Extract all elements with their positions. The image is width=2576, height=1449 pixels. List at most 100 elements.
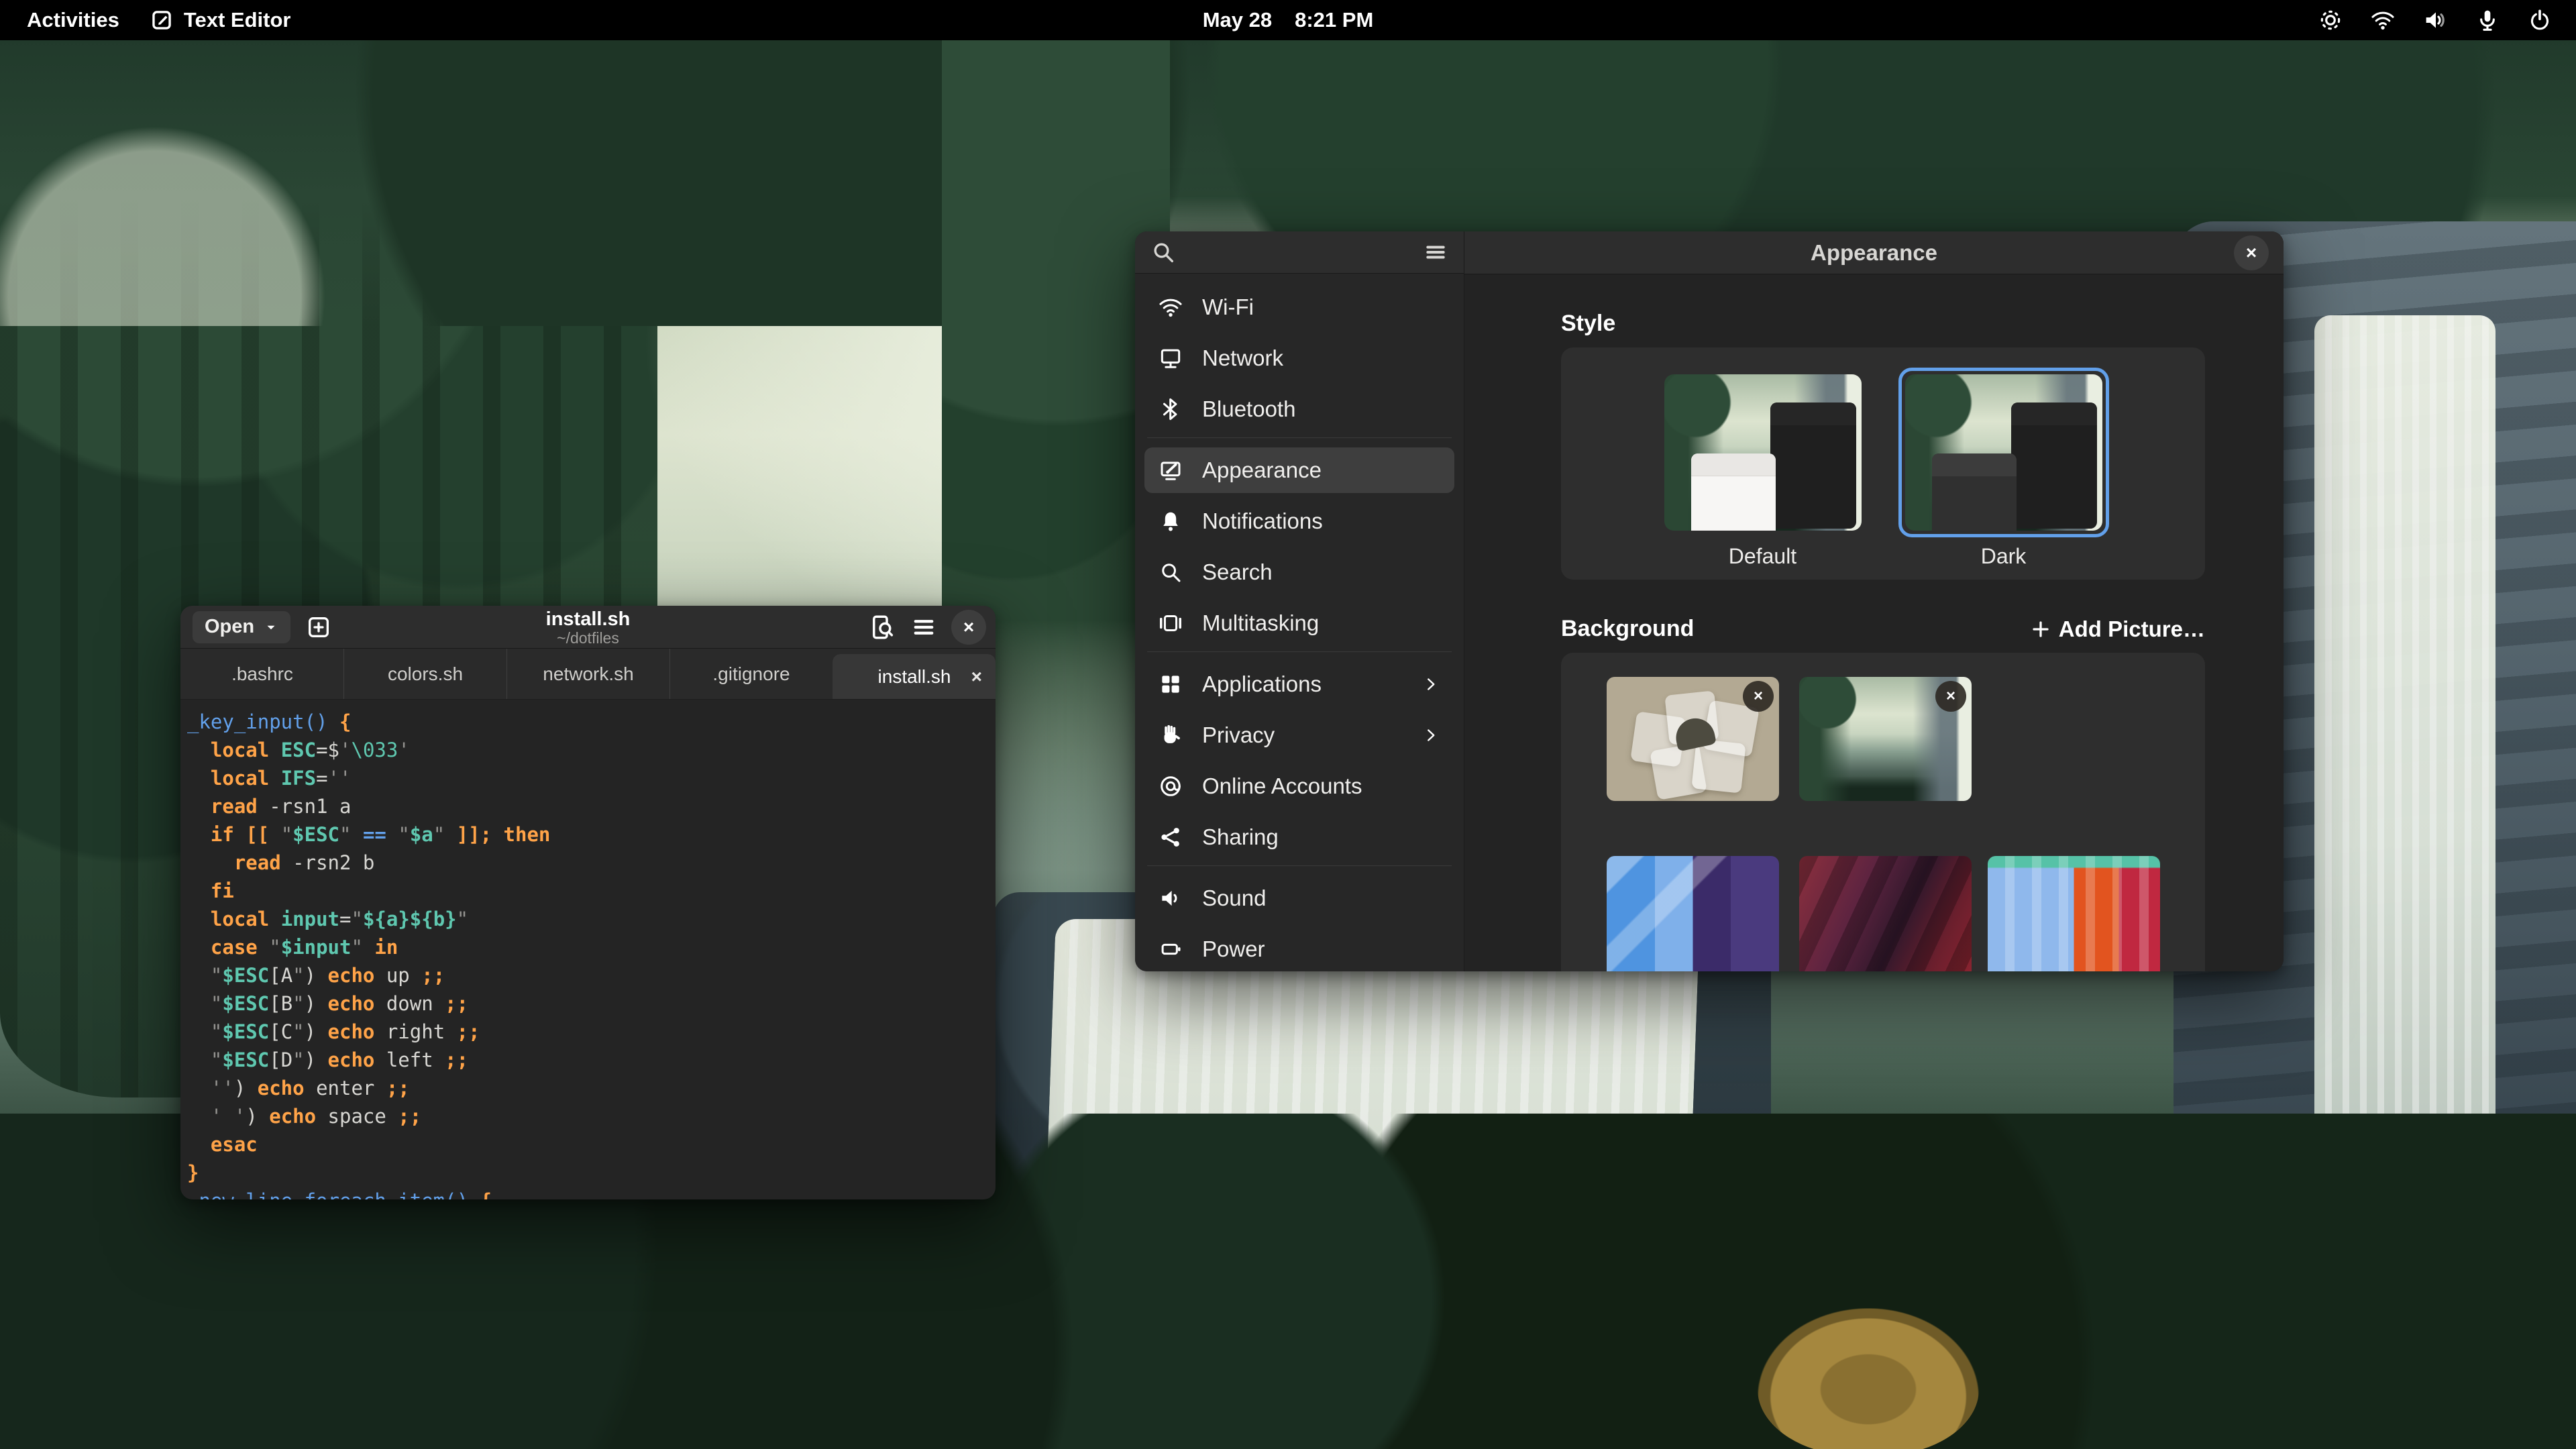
- code-area[interactable]: _key_input() { local ESC=$'\033' local I…: [180, 700, 996, 1199]
- tab-label: colors.sh: [388, 663, 463, 685]
- tab-close-icon[interactable]: ×: [971, 666, 982, 688]
- sidebar-item-wi-fi[interactable]: Wi-Fi: [1144, 284, 1454, 330]
- sidebar-item-applications[interactable]: Applications: [1144, 661, 1454, 707]
- new-tab-button[interactable]: [305, 614, 332, 641]
- code-line: local IFS='': [187, 764, 996, 792]
- settings-sidebar: Settings Wi-FiNetworkBluetoothAppearance…: [1135, 231, 1464, 971]
- sidebar-item-appearance[interactable]: Appearance: [1144, 447, 1454, 493]
- bluetooth-icon: [1158, 396, 1183, 422]
- date-label: May 28: [1203, 8, 1272, 32]
- settings-close-button[interactable]: ×: [2234, 235, 2269, 270]
- code-line: "$ESC[B") echo down ;;: [187, 989, 996, 1018]
- document-title: install.sh: [546, 608, 631, 630]
- focused-app-name: Text Editor: [184, 8, 291, 32]
- tab-label: .gitignore: [712, 663, 790, 685]
- background-thumb-maroon-waves[interactable]: [1799, 856, 1972, 971]
- wallpaper-turtle: [1758, 1308, 1979, 1449]
- time-label: 8:21 PM: [1295, 8, 1373, 32]
- sidebar-item-label: Wi-Fi: [1202, 294, 1254, 320]
- style-heading: Style: [1561, 311, 1615, 337]
- menu-button[interactable]: [910, 613, 938, 641]
- code-line: read -rsn1 a: [187, 792, 996, 820]
- remove-background-button[interactable]: ×: [1935, 681, 1966, 712]
- system-menu[interactable]: [2312, 5, 2559, 35]
- sidebar-divider: [1147, 865, 1452, 866]
- editor-tab-install-sh[interactable]: install.sh×: [833, 654, 996, 699]
- text-editor-window: Open install.sh ~/dotfiles × .bashrc colo…: [180, 606, 996, 1199]
- sidebar-item-label: Search: [1202, 559, 1273, 585]
- focused-app-menu[interactable]: Text Editor: [150, 8, 291, 32]
- editor-tab-bashrc[interactable]: .bashrc: [180, 649, 343, 699]
- desktop: Activities Text Editor May 28 8:21 PM Op…: [0, 0, 2576, 1449]
- remove-background-button[interactable]: ×: [1743, 681, 1774, 712]
- text-editor-app-icon: [150, 9, 173, 32]
- sidebar-divider: [1147, 437, 1452, 438]
- editor-tab-colors-sh[interactable]: colors.sh: [343, 649, 506, 699]
- background-thumb-geometric-blue[interactable]: [1607, 856, 1779, 971]
- code-line: local ESC=$'\033': [187, 736, 996, 764]
- style-option-dark[interactable]: Dark: [1898, 368, 2109, 580]
- appearance-panel: Appearance × Style Default: [1464, 231, 2284, 971]
- sidebar-item-label: Bluetooth: [1202, 396, 1295, 422]
- sound-icon: [1158, 885, 1183, 911]
- appearance-icon: [1158, 458, 1183, 483]
- code-line: if [[ "$ESC" == "$a" ]]; then: [187, 820, 996, 849]
- plus-icon: [2031, 619, 2051, 639]
- style-card: Default Dark: [1561, 347, 2205, 580]
- clock-button[interactable]: May 28 8:21 PM: [1203, 8, 1374, 32]
- sidebar-item-network[interactable]: Network: [1144, 335, 1454, 381]
- sidebar-item-power[interactable]: Power: [1144, 926, 1454, 971]
- code-line: "$ESC[D") echo left ;;: [187, 1046, 996, 1074]
- sharing-icon: [1158, 824, 1183, 850]
- code-line: _key_input() {: [187, 708, 996, 736]
- sidebar-item-multitasking[interactable]: Multitasking: [1144, 600, 1454, 646]
- microphone-icon: [2469, 5, 2506, 35]
- sidebar-item-label: Sharing: [1202, 824, 1279, 850]
- tab-label: network.sh: [543, 663, 633, 685]
- wifi-icon: [2364, 5, 2402, 35]
- code-line: '') echo enter ;;: [187, 1074, 996, 1102]
- style-option-label: Dark: [1898, 544, 2109, 569]
- background-thumb-abstract[interactable]: ×: [1607, 677, 1779, 801]
- editor-headerbar: Open install.sh ~/dotfiles ×: [180, 606, 996, 649]
- editor-tab-network-sh[interactable]: network.sh: [506, 649, 669, 699]
- sidebar-item-search[interactable]: Search: [1144, 549, 1454, 595]
- code-line: fi: [187, 877, 996, 905]
- search-icon: [1158, 559, 1183, 585]
- sidebar-item-sound[interactable]: Sound: [1144, 875, 1454, 921]
- hamburger-menu-button[interactable]: [1422, 239, 1449, 266]
- open-button-label: Open: [205, 616, 254, 638]
- editor-close-button[interactable]: ×: [951, 610, 986, 645]
- open-document-button[interactable]: Open: [193, 611, 290, 643]
- sidebar-item-online-accounts[interactable]: Online Accounts: [1144, 763, 1454, 809]
- search-button[interactable]: [1150, 239, 1177, 266]
- power-icon: [1158, 936, 1183, 962]
- code-line: case "$input" in: [187, 933, 996, 961]
- volume-icon: [2416, 5, 2454, 35]
- code-line: "$ESC[C") echo right ;;: [187, 1018, 996, 1046]
- code-line: ' ') echo space ;;: [187, 1102, 996, 1130]
- sidebar-item-privacy[interactable]: Privacy: [1144, 712, 1454, 758]
- editor-tab-gitignore[interactable]: .gitignore: [669, 649, 833, 699]
- code-line: _new_line_foreach_item() {: [187, 1187, 996, 1199]
- sidebar-item-label: Power: [1202, 936, 1265, 962]
- panel-headerbar: Appearance ×: [1464, 231, 2284, 274]
- style-option-default[interactable]: Default: [1658, 368, 1868, 580]
- multitasking-icon: [1158, 610, 1183, 636]
- sidebar-item-label: Notifications: [1202, 508, 1323, 534]
- background-thumb-forest[interactable]: ×: [1799, 677, 1972, 801]
- document-preview-button[interactable]: [868, 613, 896, 641]
- chevron-right-icon: [1421, 674, 1441, 694]
- code-line: local input="${a}${b}": [187, 905, 996, 933]
- add-picture-button[interactable]: Add Picture…: [2031, 616, 2205, 642]
- sidebar-list: Wi-Fi Network Bluetooth Appearance Notificat…: [1135, 274, 1464, 971]
- sidebar-item-bluetooth[interactable]: Bluetooth: [1144, 386, 1454, 432]
- privacy-icon: [1158, 722, 1183, 748]
- background-thumb-drips[interactable]: [1988, 856, 2160, 971]
- sidebar-item-notifications[interactable]: Notifications: [1144, 498, 1454, 544]
- sidebar-item-sharing[interactable]: Sharing: [1144, 814, 1454, 860]
- activities-button[interactable]: Activities: [27, 8, 119, 32]
- sidebar-item-label: Online Accounts: [1202, 773, 1362, 799]
- chevron-down-icon: [264, 620, 278, 635]
- sidebar-item-label: Multitasking: [1202, 610, 1319, 636]
